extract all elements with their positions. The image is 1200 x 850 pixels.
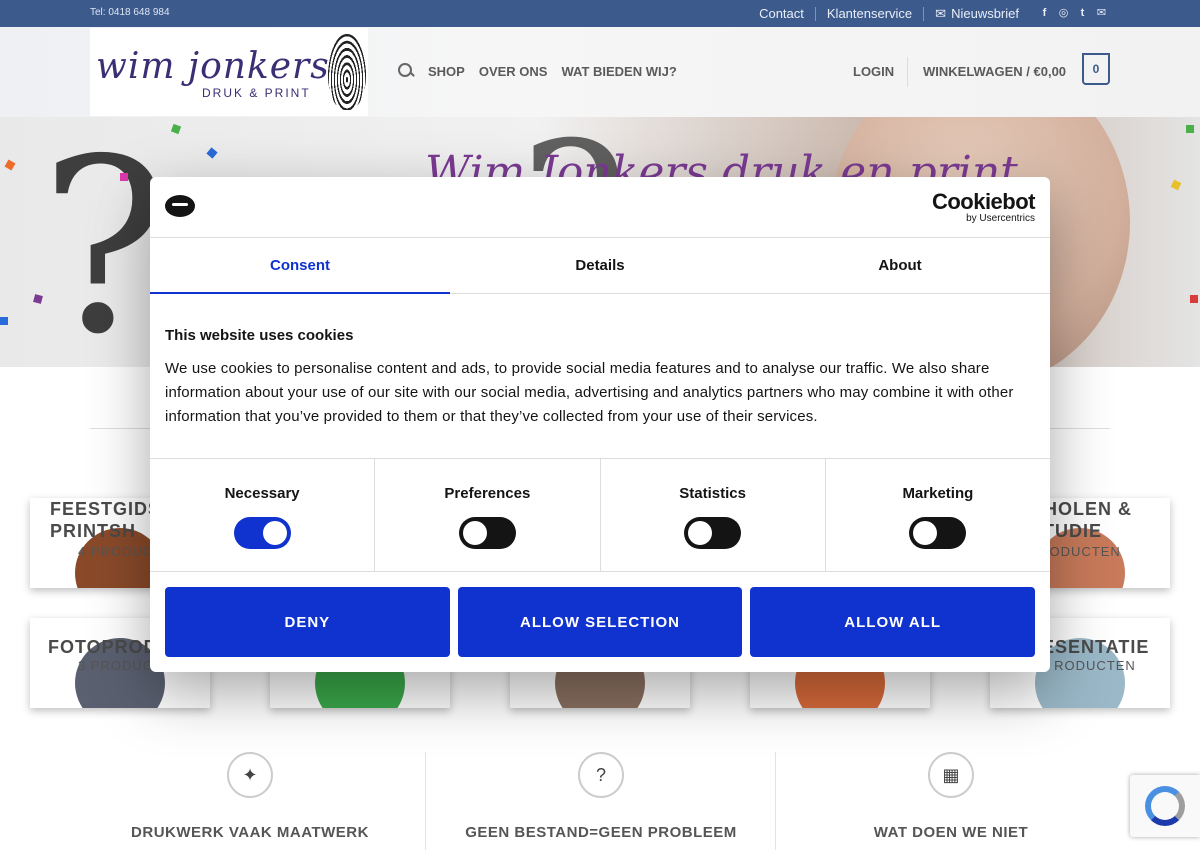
dialog-heading: This website uses cookies — [165, 327, 354, 344]
toggle-label: Necessary — [224, 485, 300, 502]
consent-toggles: Necessary Preferences Statistics Marketi… — [150, 458, 1050, 572]
toggle-statistics: Statistics — [601, 459, 826, 571]
allow-all-button[interactable]: ALLOW ALL — [750, 587, 1036, 657]
dialog-buttons: DENY ALLOW SELECTION ALLOW ALL — [165, 587, 1036, 657]
preferences-switch[interactable] — [458, 517, 516, 549]
necessary-switch[interactable] — [233, 517, 291, 549]
tab-details[interactable]: Details — [450, 238, 750, 293]
toggle-label: Marketing — [902, 485, 974, 502]
deny-button[interactable]: DENY — [165, 587, 450, 657]
cookiebot-brand: Cookiebot — [931, 189, 1036, 214]
cookiebot-logo: Cookiebot by Usercentrics — [931, 189, 1036, 225]
dialog-tabs: Consent Details About — [150, 238, 1050, 294]
toggle-preferences: Preferences — [375, 459, 601, 571]
tab-about[interactable]: About — [750, 238, 1050, 293]
cookie-logo-icon — [165, 195, 195, 217]
cookie-overlay: Cookiebot by Usercentrics Consent Detail… — [0, 0, 1200, 850]
dialog-description: We use cookies to personalise content an… — [165, 360, 1014, 425]
toggle-marketing: Marketing — [826, 459, 1050, 571]
toggle-label: Preferences — [444, 485, 531, 502]
dialog-header: Cookiebot by Usercentrics — [150, 177, 1050, 238]
recaptcha-badge[interactable] — [1130, 775, 1200, 837]
toggle-necessary: Necessary — [150, 459, 376, 571]
tab-consent[interactable]: Consent — [150, 238, 450, 294]
allow-selection-button[interactable]: ALLOW SELECTION — [457, 587, 743, 657]
toggle-label: Statistics — [679, 485, 746, 502]
cookiebot-brand-sub: by Usercentrics — [966, 213, 1035, 224]
cookie-consent-dialog: Cookiebot by Usercentrics Consent Detail… — [150, 177, 1050, 672]
statistics-switch[interactable] — [684, 517, 742, 549]
recaptcha-icon — [1145, 786, 1185, 826]
marketing-switch[interactable] — [909, 517, 967, 549]
